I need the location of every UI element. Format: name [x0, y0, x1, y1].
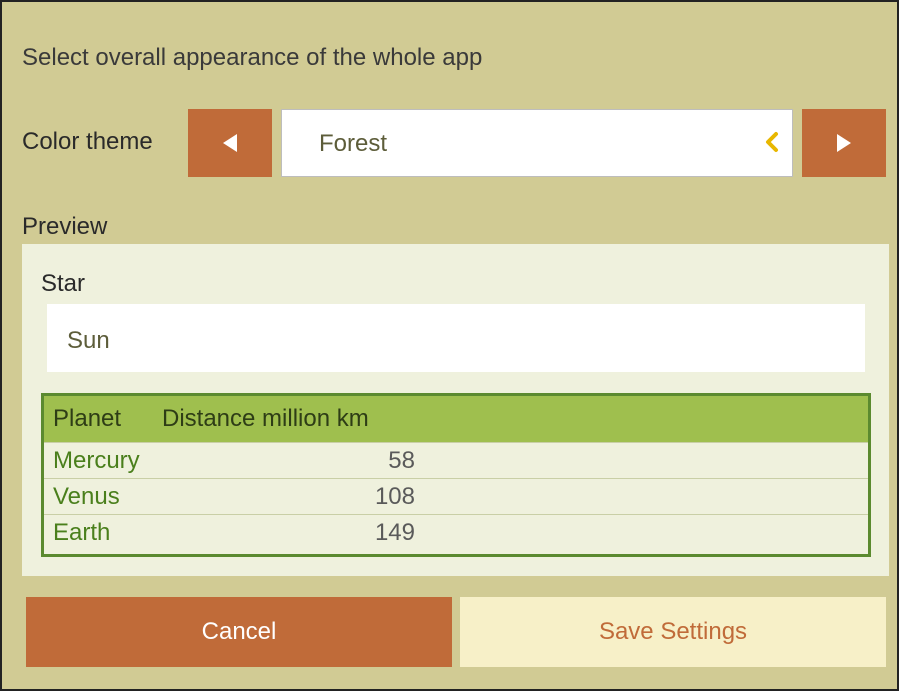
star-input[interactable]: Sun	[47, 304, 865, 372]
planet-cell: Earth	[53, 518, 111, 546]
preview-panel: Star Sun Planet Distance million km Merc…	[22, 244, 889, 576]
planet-cell: Venus	[53, 482, 120, 510]
table-header: Planet Distance million km	[44, 396, 868, 442]
previous-theme-button[interactable]	[188, 109, 272, 177]
planet-table: Planet Distance million km Mercury 58 Ve…	[41, 393, 871, 557]
table-row[interactable]: Earth 149	[44, 514, 868, 550]
next-theme-button[interactable]	[802, 109, 886, 177]
column-header-distance[interactable]: Distance million km	[162, 405, 369, 433]
save-settings-button[interactable]: Save Settings	[460, 597, 886, 667]
color-theme-value: Forest	[319, 130, 388, 157]
table-row[interactable]: Venus 108	[44, 478, 868, 514]
planet-cell: Mercury	[53, 446, 140, 474]
column-header-planet[interactable]: Planet	[44, 405, 162, 433]
triangle-left-icon	[223, 134, 237, 152]
page-heading: Select overall appearance of the whole a…	[22, 44, 483, 71]
color-theme-label: Color theme	[22, 128, 153, 155]
chevron-left-icon[interactable]	[764, 128, 780, 161]
star-label: Star	[41, 270, 86, 297]
triangle-right-icon	[837, 134, 851, 152]
table-row[interactable]: Mercury 58	[44, 442, 868, 478]
star-input-value: Sun	[67, 327, 110, 354]
distance-cell: 108	[374, 482, 415, 510]
cancel-button[interactable]: Cancel	[26, 597, 452, 667]
color-theme-select[interactable]: Forest	[281, 109, 793, 177]
preview-label: Preview	[22, 213, 108, 240]
distance-cell: 58	[388, 446, 415, 474]
distance-cell: 149	[374, 518, 415, 546]
